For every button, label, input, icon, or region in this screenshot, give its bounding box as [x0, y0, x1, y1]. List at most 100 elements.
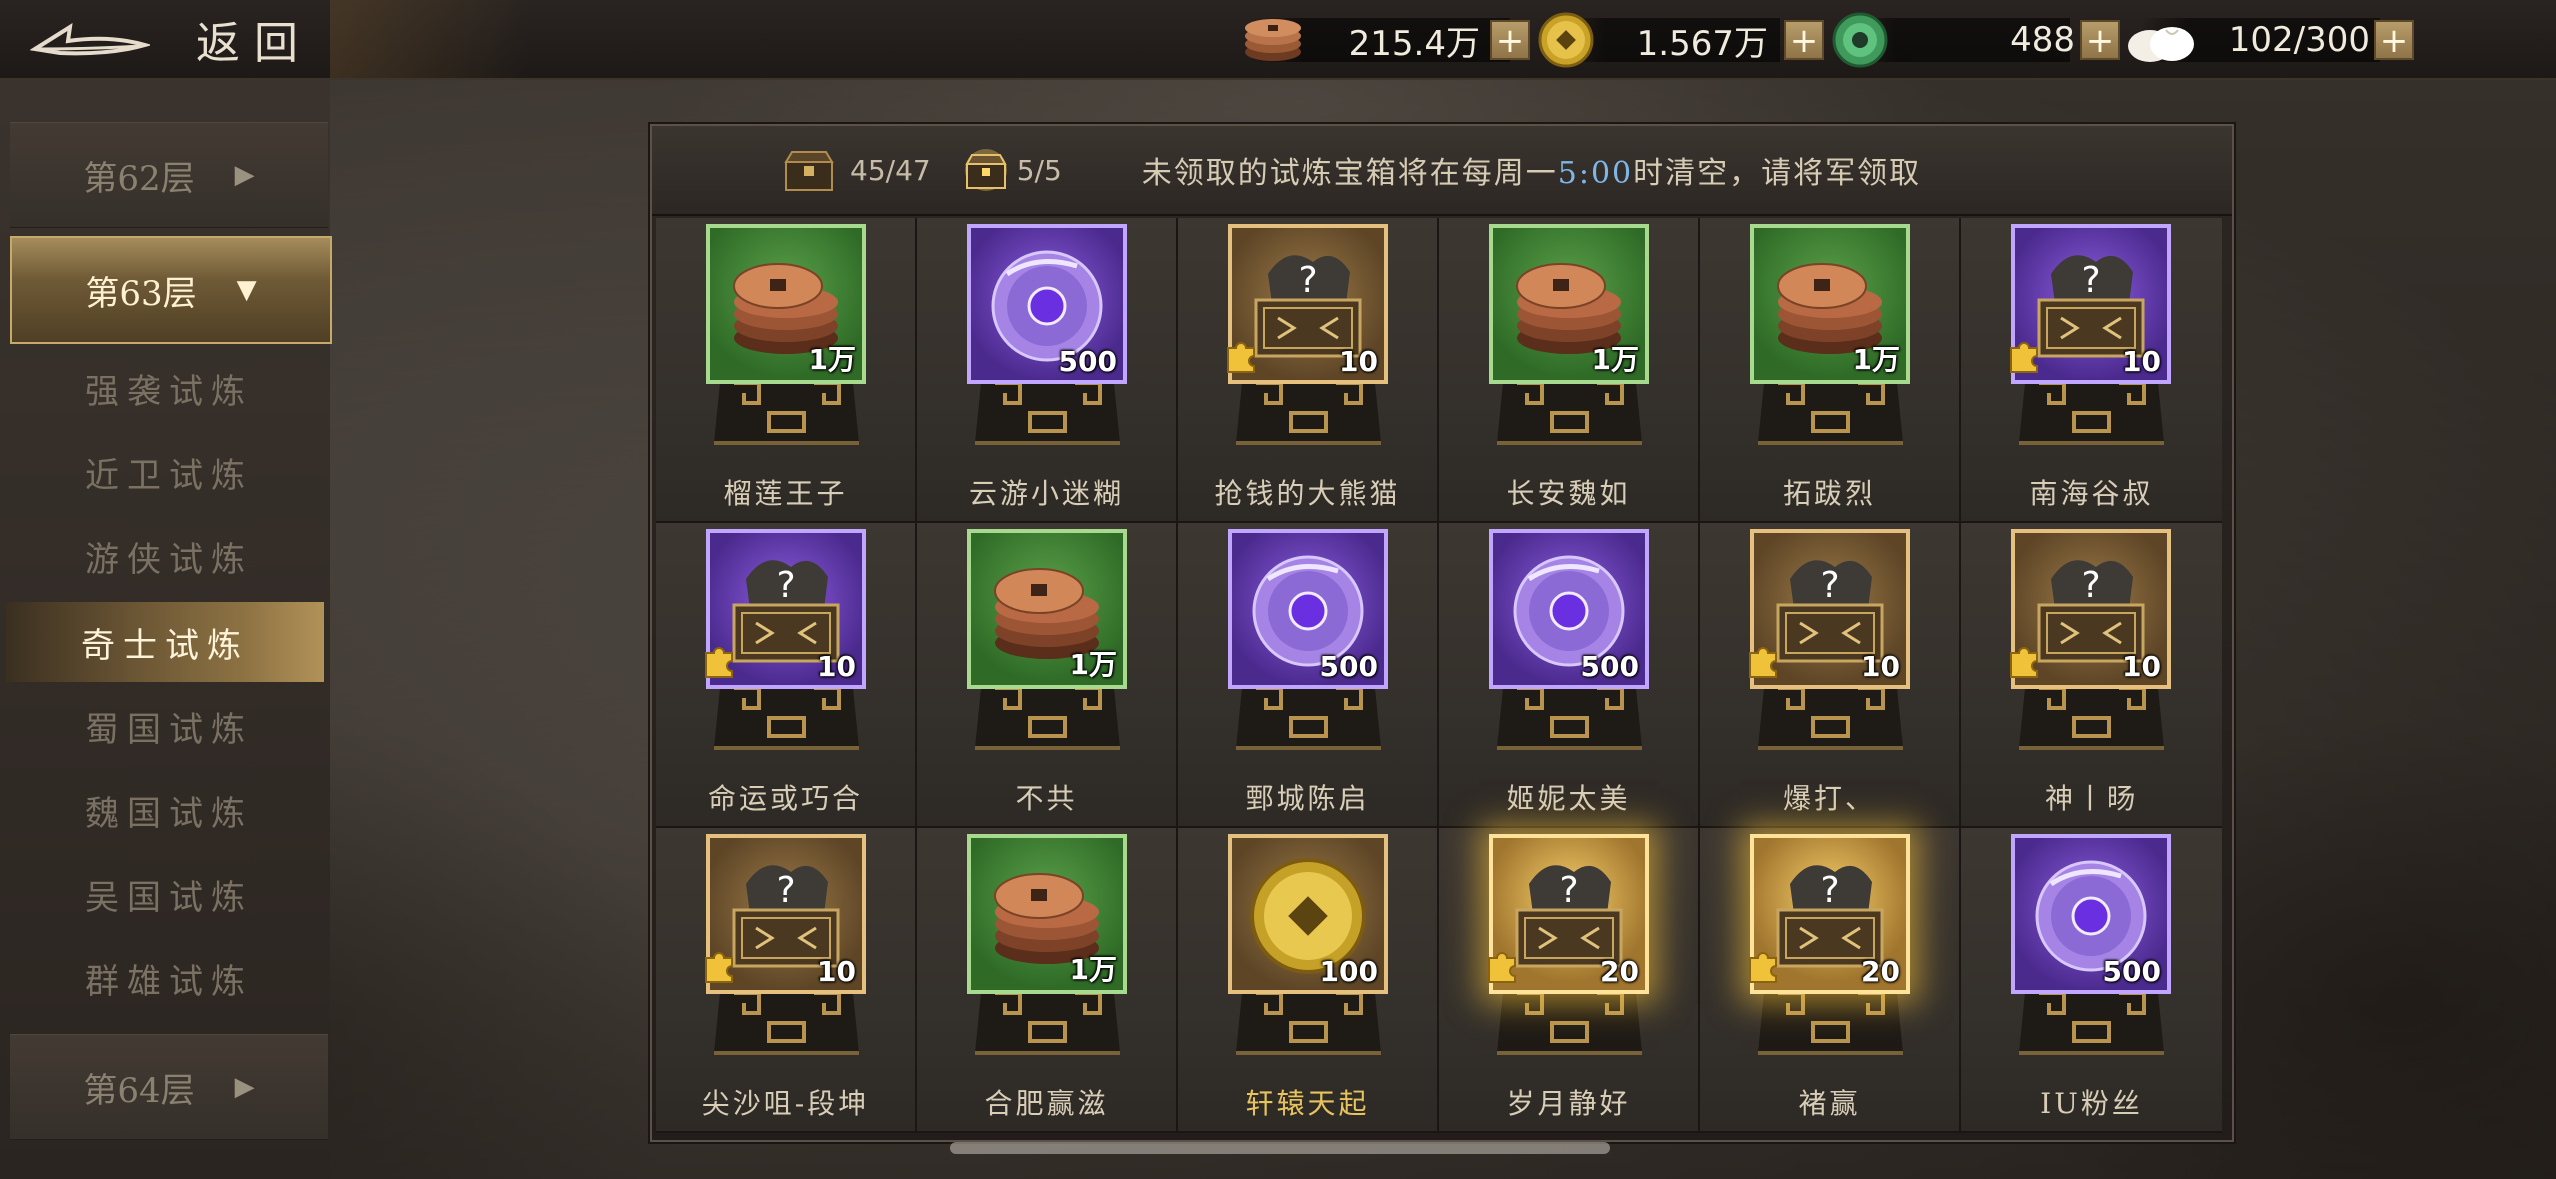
reward-cell[interactable]: 100 轩辕天起 — [1178, 828, 1439, 1133]
reward-count: 1万 — [1591, 343, 1639, 376]
notice-time: 5:00 — [1557, 156, 1634, 191]
svg-text:?: ? — [2081, 565, 2100, 606]
reward-icon-frame: ? 10 — [2010, 224, 2171, 384]
reward-cell[interactable]: 500 IU粉丝 — [1961, 828, 2222, 1133]
puzzle-piece-icon — [2010, 647, 2038, 678]
reward-icon-frame: ? 20 — [1488, 834, 1649, 994]
trial-item[interactable]: 吴国试炼 — [10, 854, 328, 934]
floor-label: 第64层 — [83, 1070, 195, 1111]
notice-text: 时清空，请将军领取 — [1633, 156, 1922, 191]
reward-icon-frame: ? 10 — [1749, 529, 1910, 689]
reward-cell[interactable]: 1万 不共 — [917, 523, 1178, 828]
reward-count: 10 — [1339, 345, 1378, 378]
reward-cell[interactable]: 1万 拓跋烈 — [1700, 218, 1961, 523]
reward-cell[interactable]: 1万 合肥赢滋 — [917, 828, 1178, 1133]
player-name: 褚赢 — [1798, 1087, 1861, 1120]
reward-count: 20 — [1861, 955, 1900, 988]
reward-panel: 45/47 5/5 未领取的试炼宝箱将在每周一5:00时清空，请将军领取 1万 — [650, 124, 2234, 1142]
reward-cell[interactable]: ? 10 尖沙咀-段坤 — [656, 828, 917, 1133]
reward-count: 20 — [1600, 955, 1639, 988]
player-name: 抢钱的大熊猫 — [1214, 477, 1401, 510]
reward-cell[interactable]: 500 姬妮太美 — [1439, 523, 1700, 828]
golden-chest-counter-icon — [964, 149, 1007, 191]
reward-cell[interactable]: 500 鄄城陈启 — [1178, 523, 1439, 828]
notice-text: 未领取的试炼宝箱将在每周一 — [1141, 156, 1558, 191]
puzzle-piece-icon — [705, 647, 733, 678]
expand-arrow-icon: ▶ — [234, 1072, 255, 1102]
reward-icon-frame: 1万 — [967, 834, 1127, 994]
player-name: IU粉丝 — [2040, 1087, 2143, 1120]
trial-item[interactable]: 游侠试炼 — [10, 516, 328, 596]
floor-62-item[interactable]: 第62层 ▶ — [10, 122, 328, 228]
reward-cell[interactable]: ? 20 褚赢 — [1700, 828, 1961, 1133]
golden-chest-count: 5/5 — [1016, 153, 1062, 187]
gold-coin-icon — [1538, 12, 1594, 68]
trial-item[interactable]: 魏国试炼 — [10, 770, 328, 850]
reward-icon-frame: 500 — [1489, 529, 1649, 689]
puzzle-piece-icon — [1227, 342, 1255, 373]
reward-cell[interactable]: ? 10 抢钱的大熊猫 — [1178, 218, 1439, 523]
reward-icon-frame: ? 10 — [2010, 529, 2171, 689]
floor-64-item[interactable]: 第64层 ▶ — [10, 1034, 328, 1140]
floor-label: 第62层 — [83, 158, 195, 199]
horizontal-scrollbar[interactable] — [950, 1142, 1610, 1154]
reward-icon-frame: 100 — [1228, 834, 1388, 994]
reward-cell[interactable]: 1万 榴莲王子 — [656, 218, 917, 523]
player-name: 命运或巧合 — [707, 782, 863, 815]
player-name: 鄄城陈启 — [1245, 782, 1370, 815]
reward-grid: 1万 榴莲王子 500 云游小迷糊 ? 10 抢钱的大熊猫 1万 长安魏如 1万… — [656, 218, 2228, 1133]
reward-cell[interactable]: 1万 长安魏如 — [1439, 218, 1700, 523]
back-arrow-icon — [30, 23, 150, 56]
reward-cell[interactable]: ? 10 神丨旸 — [1961, 523, 2222, 828]
reward-icon-frame: 1万 — [967, 529, 1127, 689]
trial-item[interactable]: 近卫试炼 — [10, 432, 328, 512]
reward-cell[interactable]: 500 云游小迷糊 — [917, 218, 1178, 523]
player-name: 尖沙咀-段坤 — [701, 1087, 870, 1120]
reward-count: 10 — [1861, 650, 1900, 683]
copper-coins-icon — [1245, 19, 1301, 61]
gold-value: 1.567万 — [1636, 23, 1768, 64]
jade-value: 488 — [2010, 20, 2075, 60]
trial-item[interactable]: 强袭试炼 — [10, 348, 328, 428]
reward-count: 10 — [817, 650, 856, 683]
trial-item-selected[interactable]: 奇士试炼 — [6, 602, 324, 682]
puzzle-piece-icon — [705, 952, 733, 983]
reward-count: 1万 — [808, 343, 856, 376]
player-name: 岁月静好 — [1506, 1087, 1631, 1120]
add-stamina-button[interactable]: + — [2374, 20, 2414, 60]
reward-icon-frame: ? 10 — [705, 529, 866, 689]
reward-cell[interactable]: ? 10 命运或巧合 — [656, 523, 917, 828]
reward-count: 10 — [2122, 345, 2161, 378]
trial-item[interactable]: 群雄试炼 — [10, 938, 328, 1018]
back-button[interactable]: 返回 — [30, 10, 330, 69]
player-name: 姬妮太美 — [1506, 782, 1631, 815]
player-name: 长安魏如 — [1506, 477, 1631, 510]
puzzle-piece-icon — [1749, 952, 1777, 983]
reward-cell[interactable]: ? 10 爆打、 — [1700, 523, 1961, 828]
reward-cell[interactable]: ? 10 南海谷叔 — [1961, 218, 2222, 523]
player-name: 爆打、 — [1782, 782, 1876, 815]
svg-text:?: ? — [776, 870, 795, 911]
reward-count: 1万 — [1069, 953, 1117, 986]
floor-63-item[interactable]: 第63层 ▼ — [10, 236, 332, 344]
reward-icon-frame: 1万 — [1489, 224, 1649, 384]
chest-counter-icon — [784, 151, 834, 191]
add-gold-button[interactable]: + — [1784, 20, 1824, 60]
reward-icon-frame: 500 — [1228, 529, 1388, 689]
svg-text:?: ? — [776, 565, 795, 606]
topbar-ornament — [330, 0, 530, 78]
chest-count: 45/47 — [850, 153, 931, 187]
svg-text:?: ? — [1298, 260, 1317, 301]
svg-text:?: ? — [1820, 565, 1839, 606]
trial-item[interactable]: 蜀国试炼 — [10, 686, 328, 766]
reward-count: 500 — [1580, 650, 1639, 683]
reward-cell[interactable]: ? 20 岁月静好 — [1439, 828, 1700, 1133]
panel-header: 45/47 5/5 未领取的试炼宝箱将在每周一5:00时清空，请将军领取 — [652, 126, 2232, 216]
add-jade-button[interactable]: + — [2080, 20, 2120, 60]
player-name: 不共 — [1015, 782, 1078, 815]
reward-icon-frame: 1万 — [706, 224, 866, 384]
player-name: 云游小迷糊 — [968, 477, 1124, 510]
reward-icon-frame: ? 20 — [1749, 834, 1910, 994]
player-name: 神丨旸 — [2044, 782, 2138, 815]
add-copper-button[interactable]: + — [1490, 20, 1530, 60]
